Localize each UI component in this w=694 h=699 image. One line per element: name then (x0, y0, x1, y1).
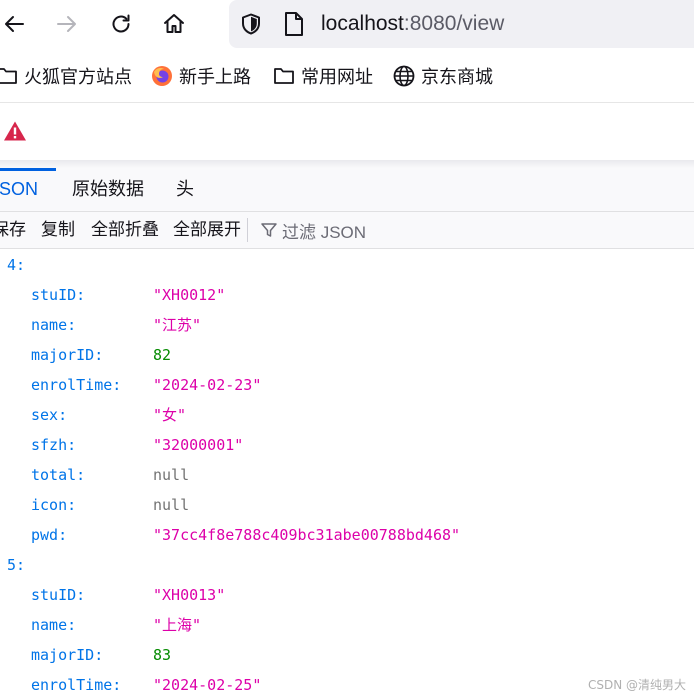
json-property-row[interactable]: sfzh: "32000001" (0, 430, 694, 460)
bookmark-label: 火狐官方站点 (24, 67, 132, 87)
save-button[interactable]: 保存 (0, 212, 26, 248)
notification-bar (0, 103, 694, 160)
content-divider (0, 160, 694, 168)
home-button[interactable] (156, 6, 192, 42)
bookmark-common-sites[interactable]: 常用网址 (273, 63, 373, 89)
url-text[interactable]: localhost:8080/view (321, 12, 504, 36)
json-value: "32000001" (153, 436, 244, 454)
json-key: total: (31, 466, 86, 484)
bookmark-jd-mall[interactable]: 京东商城 (393, 63, 493, 89)
json-property-row[interactable]: sex: "女" (0, 400, 694, 430)
forward-button[interactable] (49, 6, 85, 42)
json-value: 83 (153, 646, 172, 664)
json-property-row[interactable]: total: null (0, 460, 694, 490)
json-key: sex: (31, 406, 68, 424)
json-value: "江苏" (153, 316, 202, 334)
json-value: "上海" (153, 616, 202, 634)
json-key: stuID: (31, 586, 86, 604)
json-index: 4: (7, 256, 26, 274)
json-index: 5: (7, 556, 26, 574)
json-toolbar: 保存 复制 全部折叠 全部展开 过滤 JSON (0, 212, 694, 249)
folder-icon (0, 68, 17, 84)
json-property-row[interactable]: stuID: "XH0013" (0, 580, 694, 610)
filter-json-input[interactable]: 过滤 JSON (260, 212, 366, 248)
json-property-row[interactable]: name: "上海" (0, 610, 694, 640)
json-key: icon: (31, 496, 77, 514)
globe-icon (393, 65, 415, 87)
json-property-row[interactable]: icon: null (0, 490, 694, 520)
reload-button[interactable] (103, 6, 139, 42)
shield-icon (242, 13, 260, 35)
json-value: "37cc4f8e788c409bc31abe00788bd468" (153, 526, 461, 544)
forward-arrow-icon (57, 16, 76, 32)
expand-all-button[interactable]: 全部展开 (173, 212, 241, 248)
json-property-row[interactable]: pwd: "37cc4f8e788c409bc31abe00788bd468" (0, 520, 694, 550)
json-value: null (153, 466, 190, 484)
json-array-item[interactable]: 5: (0, 550, 694, 580)
bookmark-label: 新手上路 (179, 67, 251, 87)
json-value: "XH0013" (153, 586, 226, 604)
home-icon (164, 14, 184, 33)
json-key: name: (31, 316, 77, 334)
json-property-row[interactable]: majorID: 82 (0, 340, 694, 370)
json-property-row[interactable]: majorID: 83 (0, 640, 694, 670)
folder-icon (274, 68, 294, 84)
back-arrow-icon (5, 16, 24, 32)
json-key: stuID: (31, 286, 86, 304)
tab-json[interactable]: JSON (0, 168, 38, 210)
tab-raw-data[interactable]: 原始数据 (72, 168, 144, 210)
warning-icon (4, 121, 26, 141)
page-info-button[interactable] (283, 11, 305, 42)
json-value: 82 (153, 346, 172, 364)
json-key: name: (31, 616, 77, 634)
bookmarks-toolbar: 火狐官方站点 新手上路 常用网址 京东商城 (0, 50, 694, 103)
reload-icon (112, 14, 130, 33)
back-button[interactable] (0, 6, 32, 42)
json-property-row[interactable]: enrolTime: "2024-02-23" (0, 370, 694, 400)
bookmark-getting-started[interactable]: 新手上路 (151, 63, 251, 89)
json-value: "2024-02-23" (153, 376, 262, 394)
json-viewer-tabs: JSON 原始数据 头 (0, 168, 694, 212)
url-port-path: :8080/view (403, 12, 505, 35)
json-value: null (153, 496, 190, 514)
json-tree: 4: stuID: "XH0012" name: "江苏" majorID: 82 enrol… (0, 249, 694, 699)
json-key: majorID: (31, 646, 104, 664)
filter-icon (261, 223, 277, 237)
json-value: "XH0012" (153, 286, 226, 304)
watermark: CSDN @清纯男大 (587, 678, 686, 692)
bookmark-label: 常用网址 (301, 67, 373, 87)
collapse-all-button[interactable]: 全部折叠 (91, 212, 159, 248)
bookmark-label: 京东商城 (421, 67, 493, 87)
filter-placeholder: 过滤 JSON (282, 222, 367, 242)
firefox-icon (152, 66, 172, 86)
json-key: pwd: (31, 526, 68, 544)
toolbar-separator (247, 218, 248, 242)
tracking-protection-button[interactable] (239, 12, 263, 41)
warning-button[interactable] (3, 120, 27, 147)
json-value: "女" (153, 406, 187, 424)
json-key: enrolTime: (31, 676, 122, 694)
copy-button[interactable]: 复制 (41, 212, 75, 248)
json-property-row[interactable]: stuID: "XH0012" (0, 280, 694, 310)
json-property-row[interactable]: name: "江苏" (0, 310, 694, 340)
json-value: "2024-02-25" (153, 676, 262, 694)
url-bar[interactable]: localhost:8080/view (229, 0, 694, 48)
page-icon (285, 12, 303, 36)
json-key: enrolTime: (31, 376, 122, 394)
navigation-bar: localhost:8080/view (0, 0, 694, 50)
json-key: sfzh: (31, 436, 77, 454)
tab-headers[interactable]: 头 (176, 168, 194, 210)
json-array-item[interactable]: 4: (0, 250, 694, 280)
url-host: localhost (321, 12, 404, 35)
json-key: majorID: (31, 346, 104, 364)
bookmark-firefox-site[interactable]: 火狐官方站点 (0, 63, 132, 89)
